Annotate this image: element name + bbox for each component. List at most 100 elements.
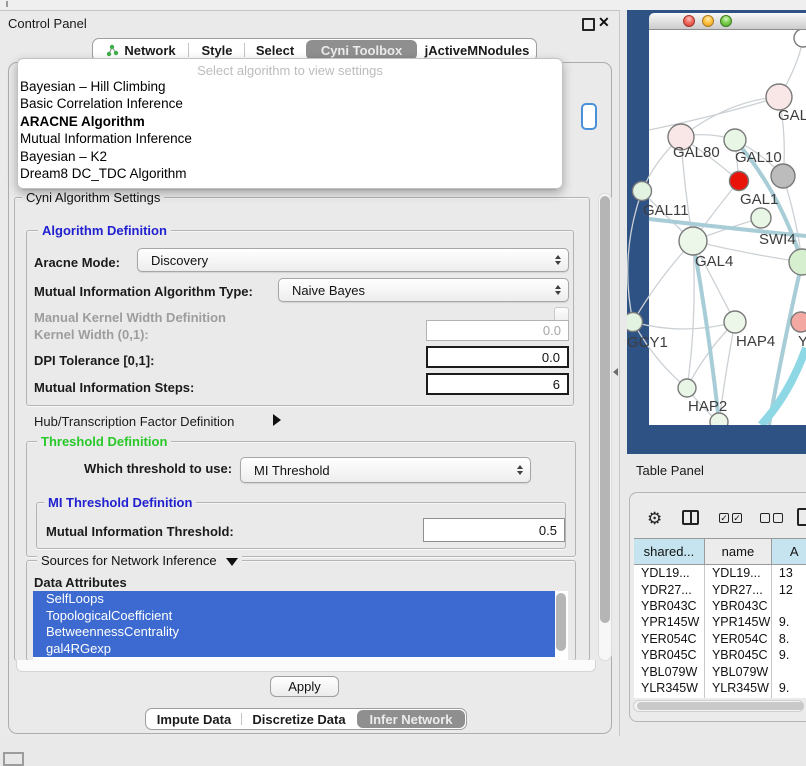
network-node[interactable] <box>751 208 771 228</box>
zoom-traffic-light-icon[interactable] <box>720 15 732 27</box>
table-cell[interactable] <box>771 663 806 679</box>
table-cell[interactable]: YBR045C <box>704 647 771 663</box>
tab-impute-data[interactable]: Impute Data <box>146 709 242 729</box>
table-cell[interactable]: YLR345W <box>634 680 704 696</box>
network-node-gal1[interactable] <box>730 172 749 191</box>
which-threshold-combo[interactable]: MI Threshold <box>240 457 531 483</box>
settings-scrollbar-track[interactable] <box>598 193 612 661</box>
float-window-icon[interactable] <box>582 18 595 31</box>
table-cell[interactable]: YDL19... <box>704 565 771 582</box>
table-cell[interactable]: YBL079W <box>704 663 771 679</box>
table-cell[interactable]: 8. <box>771 631 806 647</box>
collapse-splitter-icon[interactable] <box>613 368 618 376</box>
data-attribute-item[interactable]: SelfLoops <box>33 591 555 608</box>
dpi-tolerance-label: DPI Tolerance [0,1]: <box>34 353 154 368</box>
table-cell[interactable]: 9. <box>771 614 806 630</box>
data-attribute-item[interactable]: gal4RGexp <box>33 641 555 658</box>
network-window-titlebar[interactable] <box>649 13 806 30</box>
algorithm-popup-item[interactable]: ARACNE Algorithm <box>18 113 562 130</box>
table-row[interactable]: YDR27...YDR27...12 <box>634 581 806 597</box>
apply-button[interactable]: Apply <box>270 676 339 697</box>
table-cell[interactable]: YBR043C <box>704 598 771 614</box>
tab-infer-network[interactable]: Infer Network <box>357 710 465 728</box>
mi-threshold-value: 0.5 <box>539 523 557 538</box>
table-row[interactable]: YLR345WYLR345W9. <box>634 680 806 696</box>
mi-type-combo[interactable]: Naive Bayes <box>278 278 569 302</box>
close-panel-icon[interactable]: ✕ <box>598 14 610 31</box>
table-column-header[interactable]: shared... <box>634 539 704 565</box>
network-node-gal11[interactable] <box>633 182 652 201</box>
data-attribute-item[interactable]: TopologicalCoefficient <box>33 608 555 625</box>
mi-threshold-field[interactable]: 0.5 <box>423 518 565 542</box>
mi-steps-field[interactable]: 6 <box>426 373 569 395</box>
table-cell[interactable]: YLL052C <box>634 696 704 698</box>
table-cell[interactable]: YBR045C <box>634 647 704 663</box>
table-row[interactable]: YDL19...YDL19...13 <box>634 565 806 582</box>
collapsed-panel-square[interactable] <box>3 752 24 766</box>
table-column-header[interactable]: A <box>771 539 806 565</box>
table-cell[interactable]: YBL079W <box>634 663 704 679</box>
tab-cyni-toolbox[interactable]: Cyni Toolbox <box>306 40 417 60</box>
table-row[interactable]: YBR043CYBR043C <box>634 598 806 614</box>
table-hscrollbar-thumb[interactable] <box>637 702 804 710</box>
data-attributes-list[interactable]: SelfLoopsTopologicalCoefficientBetweenne… <box>33 591 568 662</box>
algorithm-popup-item[interactable]: Mutual Information Inference <box>18 130 562 147</box>
table-cell[interactable]: YDR27... <box>634 581 704 597</box>
tab-label: Select <box>256 43 294 58</box>
table-row[interactable]: YBL079WYBL079W <box>634 663 806 679</box>
table-column-header[interactable]: name <box>704 539 771 565</box>
table-cell[interactable]: 12 <box>771 581 806 597</box>
table-row[interactable]: YLL052CYLL052C9. <box>634 696 806 698</box>
algorithm-combo-focus-edge[interactable] <box>581 103 597 130</box>
network-node-gal10[interactable] <box>724 129 746 151</box>
column-layout-icon[interactable] <box>682 510 699 525</box>
expander-right-icon[interactable] <box>273 414 281 426</box>
sources-legend[interactable]: Sources for Network Inference <box>37 553 242 568</box>
table-row[interactable]: YBR045CYBR045C9. <box>634 647 806 663</box>
table-row[interactable]: YER054CYER054C8. <box>634 631 806 647</box>
settings-scrollbar-thumb[interactable] <box>600 196 610 623</box>
hub-expander-label[interactable]: Hub/Transcription Factor Definition <box>34 414 234 429</box>
algorithm-popup-item[interactable]: Bayesian – K2 <box>18 148 562 165</box>
table-cell[interactable]: YPR145W <box>704 614 771 630</box>
table-cell[interactable]: YBR043C <box>634 598 704 614</box>
table-cell[interactable] <box>771 598 806 614</box>
table-cell[interactable]: 9. <box>771 696 806 698</box>
network-node-y[interactable] <box>791 312 806 332</box>
attr-list-scrollbar[interactable] <box>556 593 566 651</box>
network-node-hap4[interactable] <box>724 311 746 333</box>
table-cell[interactable]: 9. <box>771 680 806 696</box>
network-node-gcy1[interactable] <box>627 313 643 332</box>
table-cell[interactable]: YLR345W <box>704 680 771 696</box>
algorithm-popup-item[interactable]: Basic Correlation Inference <box>18 95 562 112</box>
table-cell[interactable]: YER054C <box>634 631 704 647</box>
splitter-tick[interactable] <box>6 1 8 7</box>
table-row[interactable]: YPR145WYPR145W9. <box>634 614 806 630</box>
table-settings-gear-icon[interactable]: ⚙ <box>647 510 662 529</box>
table-cell[interactable]: 9. <box>771 647 806 663</box>
data-attribute-item[interactable]: BetweennessCentrality <box>33 624 555 641</box>
minimize-traffic-light-icon[interactable] <box>702 15 714 27</box>
select-all-icon[interactable]: ✓✓ <box>719 513 742 523</box>
deselect-all-icon[interactable] <box>760 513 783 523</box>
table-cell[interactable]: YPR145W <box>634 614 704 630</box>
close-traffic-light-icon[interactable] <box>683 15 695 27</box>
network-node-hap2[interactable] <box>678 379 696 397</box>
network-canvas[interactable]: GALGAL80GAL10GAL1GAL11SWI4GAL4GCY1HAP4YH… <box>627 30 806 425</box>
dpi-tolerance-field[interactable]: 0.0 <box>426 346 569 368</box>
table-cell[interactable]: YDR27... <box>704 581 771 597</box>
tab-discretize-data[interactable]: Discretize Data <box>242 709 356 729</box>
network-node[interactable] <box>794 30 806 47</box>
network-node[interactable] <box>771 164 795 188</box>
table-cell[interactable]: 13 <box>771 565 806 582</box>
document-icon[interactable] <box>797 508 806 526</box>
node-attribute-table[interactable]: shared...nameAYDL19...YDL19...13YDR27...… <box>634 538 806 698</box>
table-cell[interactable]: YLL052C <box>704 696 771 698</box>
network-node-gal4[interactable] <box>679 227 707 255</box>
algorithm-popup-item[interactable]: Dream8 DC_TDC Algorithm <box>18 165 562 182</box>
table-cell[interactable]: YER054C <box>704 631 771 647</box>
algorithm-popup-item[interactable]: Bayesian – Hill Climbing <box>18 78 562 95</box>
table-cell[interactable]: YDL19... <box>634 565 704 582</box>
kernel-width-field[interactable]: 0.0 <box>426 320 569 341</box>
aracne-mode-combo[interactable]: Discovery <box>137 248 569 272</box>
